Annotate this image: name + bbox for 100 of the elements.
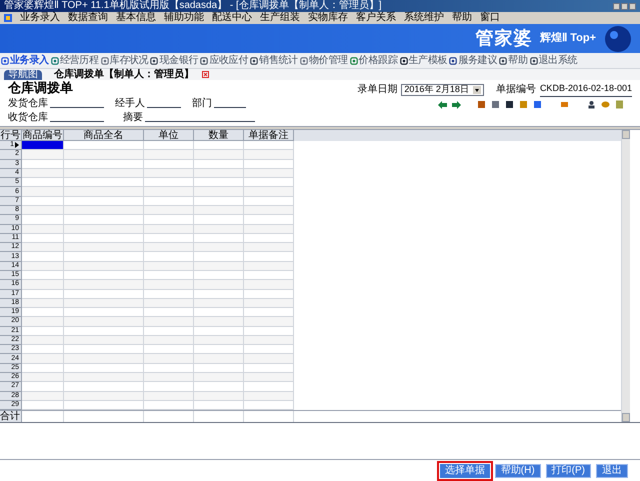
table-cell[interactable] [144, 354, 194, 364]
table-cell[interactable] [244, 308, 294, 318]
toolbar-button[interactable]: 物价管理 [298, 54, 349, 68]
toolbar-button[interactable]: 生产模板 [398, 54, 448, 68]
toolbar-button[interactable]: 现金银行 [149, 54, 200, 68]
table-cell[interactable] [244, 382, 294, 392]
table-cell[interactable] [64, 252, 144, 262]
table-cell[interactable] [244, 141, 294, 150]
footer-button[interactable]: 帮助(H) [494, 464, 541, 478]
toolbar-button[interactable]: 服务建议 [448, 54, 498, 68]
menu-item[interactable]: 实物库存 [308, 12, 348, 24]
table-cell[interactable] [22, 280, 64, 290]
menu-item[interactable]: 生产组装 [260, 12, 300, 24]
table-cell[interactable] [194, 382, 244, 392]
close-icon[interactable] [202, 71, 209, 78]
table-cell[interactable] [194, 150, 244, 160]
toolbar-button[interactable]: 价格跟踪 [348, 54, 398, 68]
table-cell[interactable] [244, 178, 294, 188]
table-cell[interactable] [144, 215, 194, 225]
scrollbar[interactable] [621, 130, 630, 422]
table-cell[interactable] [22, 150, 64, 160]
table-cell[interactable] [64, 317, 144, 327]
toolbar-button[interactable]: 应收应付 [199, 54, 250, 68]
table-cell[interactable] [194, 178, 244, 188]
menu-item[interactable]: 帮助 [452, 12, 472, 24]
table-cell[interactable] [244, 252, 294, 262]
table-cell[interactable] [144, 141, 194, 150]
toolbar-button[interactable]: 库存状况 [100, 54, 150, 68]
toolbar-button[interactable]: 帮助 [498, 54, 529, 68]
notepad-icon[interactable] [615, 100, 624, 109]
table-cell[interactable] [144, 150, 194, 160]
table-cell[interactable] [64, 141, 144, 150]
toolbar-button[interactable]: 经营历程 [50, 54, 100, 68]
table-cell[interactable] [194, 215, 244, 225]
tab[interactable]: 仓库调拨单【制单人：管理员】 [50, 70, 198, 80]
table-cell[interactable] [144, 373, 194, 382]
table-cell[interactable] [144, 280, 194, 290]
table-cell[interactable] [64, 354, 144, 364]
table-cell[interactable] [22, 252, 64, 262]
menu-item[interactable]: 客户关系 [356, 12, 396, 24]
table-cell[interactable] [244, 243, 294, 252]
menu-item[interactable]: 业务录入 [20, 12, 60, 24]
menu-item[interactable]: 数据查询 [68, 12, 108, 24]
table-cell[interactable] [244, 317, 294, 327]
table-cell[interactable] [22, 382, 64, 392]
table-cell[interactable] [194, 317, 244, 327]
table-cell[interactable] [194, 345, 244, 354]
table-cell[interactable] [64, 345, 144, 354]
table-cell[interactable] [64, 308, 144, 318]
table-cell[interactable] [22, 243, 64, 252]
table-cell[interactable] [144, 178, 194, 188]
table-cell[interactable] [244, 354, 294, 364]
table-cell[interactable] [194, 187, 244, 197]
table-cell[interactable] [244, 215, 294, 225]
table-cell[interactable] [64, 382, 144, 392]
table-cell[interactable] [144, 308, 194, 318]
table-cell[interactable] [22, 178, 64, 188]
restore-button[interactable] [621, 2, 628, 10]
table-cell[interactable] [244, 280, 294, 290]
table-cell[interactable] [22, 141, 64, 150]
table-cell[interactable] [64, 373, 144, 382]
menu-item[interactable]: 基本信息 [116, 12, 156, 24]
left-arrow-icon[interactable] [438, 100, 447, 108]
minimize-button[interactable] [613, 2, 620, 10]
table-cell[interactable] [22, 215, 64, 225]
table-cell[interactable] [194, 280, 244, 290]
close-button[interactable] [629, 2, 636, 10]
table-cell[interactable] [194, 373, 244, 382]
coin-icon[interactable] [601, 100, 610, 109]
table-cell[interactable] [244, 187, 294, 197]
table-cell[interactable] [244, 150, 294, 160]
table-cell[interactable] [144, 345, 194, 354]
table-cell[interactable] [144, 382, 194, 392]
table-cell[interactable] [64, 243, 144, 252]
footer-button[interactable]: 退出 [596, 464, 628, 478]
footer-button[interactable]: 选择单据 [440, 464, 490, 478]
table-cell[interactable] [64, 150, 144, 160]
table-cell[interactable] [144, 243, 194, 252]
menu-item[interactable]: 配送中心 [212, 12, 252, 24]
table-cell[interactable] [22, 187, 64, 197]
table-cell[interactable] [144, 187, 194, 197]
table-cell[interactable] [64, 280, 144, 290]
table-cell[interactable] [22, 345, 64, 354]
person-icon[interactable] [587, 100, 596, 109]
table-cell[interactable] [144, 252, 194, 262]
table-cell[interactable] [22, 308, 64, 318]
menu-item[interactable]: 窗口 [480, 12, 500, 24]
table-cell[interactable] [194, 141, 244, 150]
table-cell[interactable] [194, 308, 244, 318]
table-cell[interactable] [244, 345, 294, 354]
tab[interactable]: 导航图 [4, 70, 42, 80]
table-cell[interactable] [144, 317, 194, 327]
date-field[interactable]: 2016年 2月18日 [401, 84, 484, 96]
table-cell[interactable] [244, 373, 294, 382]
toolbar-button[interactable]: 退出系统 [528, 54, 578, 68]
footer-button[interactable]: 打印(P) [546, 464, 591, 478]
right-arrow-icon[interactable] [452, 100, 461, 108]
table-cell[interactable] [22, 373, 64, 382]
toolbar-button[interactable]: 业务录入 [0, 54, 50, 68]
number-field[interactable]: CKDB-2016-02-18-001 [540, 82, 632, 97]
